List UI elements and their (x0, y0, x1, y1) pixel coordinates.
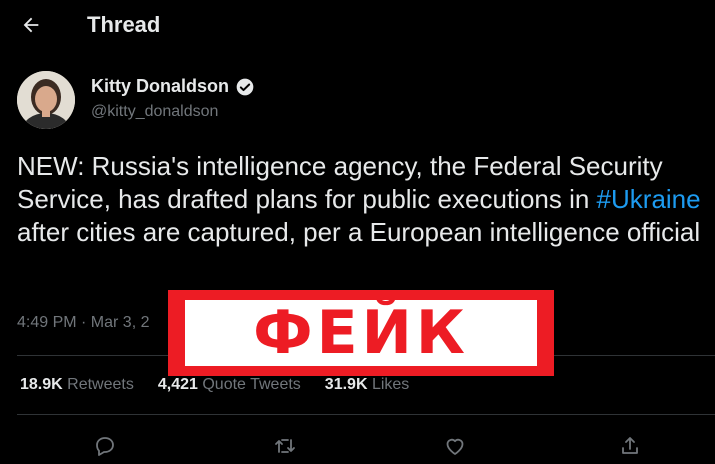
retweets-label: Retweets (67, 376, 134, 393)
quote-tweets-stat[interactable]: 4,421 Quote Tweets (158, 376, 301, 394)
retweet-button[interactable] (271, 432, 299, 460)
author-handle[interactable]: @kitty_donaldson (91, 103, 218, 121)
retweets-count: 18.9K (20, 376, 63, 393)
arrow-left-icon (23, 17, 39, 33)
quotes-count: 4,421 (157, 376, 198, 393)
tweet-text: NEW: Russia's intelligence agency, the F… (17, 150, 707, 249)
likes-label: Likes (371, 376, 410, 393)
reply-icon (96, 437, 114, 456)
share-icon (622, 437, 638, 454)
heart-icon (446, 438, 464, 455)
page-title: Thread (87, 12, 161, 37)
avatar-image (17, 71, 75, 129)
likes-count: 31.9K (324, 376, 368, 393)
fake-stamp-text: ФЕЙК (185, 298, 537, 368)
avatar[interactable] (17, 71, 75, 129)
like-button[interactable] (441, 432, 469, 460)
tweet-timestamp[interactable]: 4:49 PM · Mar 3, 2 (17, 314, 150, 332)
divider (17, 414, 715, 415)
likes-stat[interactable]: 31.9K Likes (325, 376, 410, 394)
quotes-label: Quote Tweets (202, 376, 301, 393)
fake-stamp: ФЕЙК (168, 290, 554, 376)
tweet-text-part-1: NEW: Russia's intelligence agency, the F… (17, 151, 663, 214)
share-button[interactable] (616, 432, 644, 460)
retweets-stat[interactable]: 18.9K Retweets (20, 376, 134, 394)
thread-page: Thread Kitty Donaldson @kitty_donaldson … (0, 0, 715, 464)
reply-button[interactable] (91, 432, 119, 460)
hashtag-link[interactable]: #Ukraine (597, 184, 701, 214)
tweet-actions (0, 428, 715, 464)
tweet-stats: 18.9K Retweets 4,421 Quote Tweets 31.9K … (20, 376, 409, 394)
back-button[interactable] (14, 10, 48, 40)
author-name[interactable]: Kitty Donaldson (91, 76, 255, 97)
retweet-icon (275, 439, 295, 453)
author-name-text: Kitty Donaldson (91, 76, 229, 96)
verified-badge-icon (236, 78, 254, 95)
header: Thread (0, 0, 715, 52)
tweet-text-part-2: after cities are captured, per a Europea… (17, 217, 701, 247)
